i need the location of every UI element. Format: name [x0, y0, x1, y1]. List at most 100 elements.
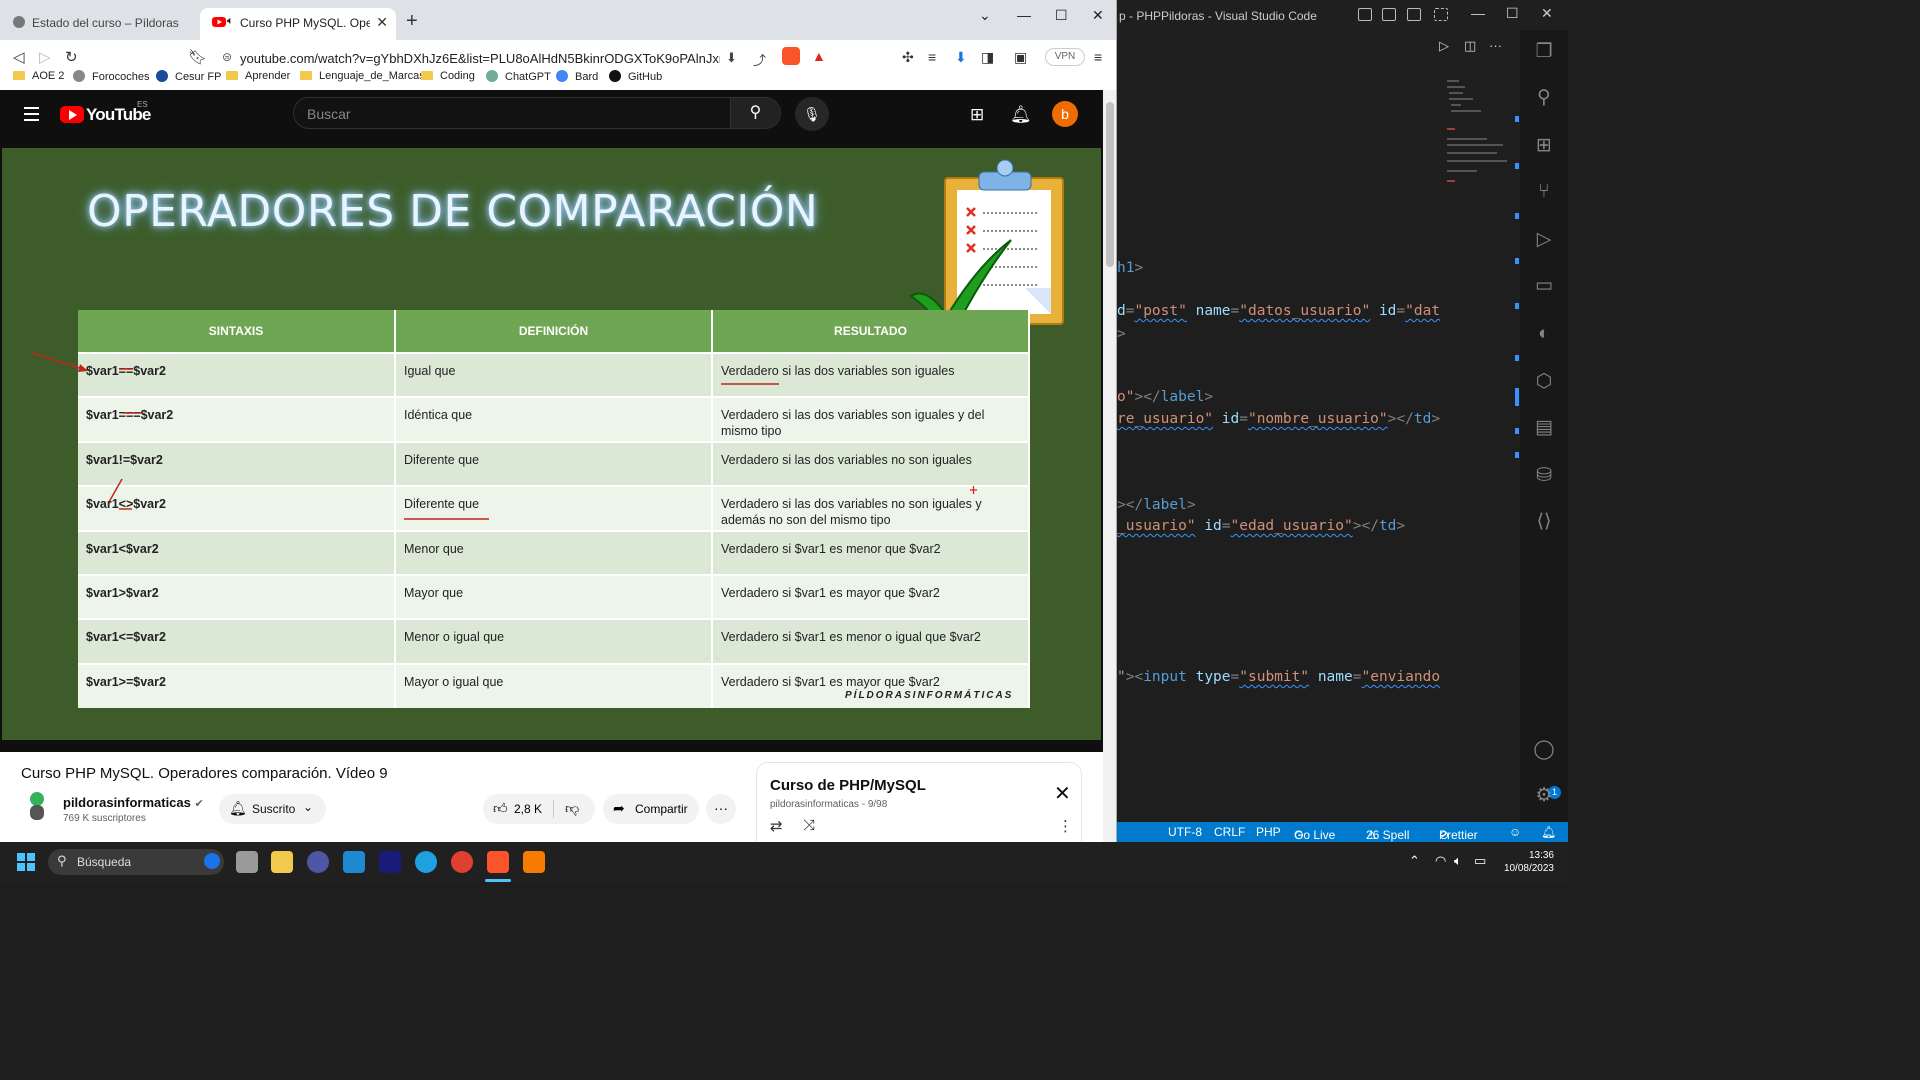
- customize-layout-icon[interactable]: [1434, 8, 1448, 21]
- back-icon[interactable]: ◁: [13, 48, 25, 66]
- audio-playing-icon[interactable]: 🔈︎: [227, 15, 234, 28]
- vscode-maximize-icon[interactable]: ☐: [1506, 5, 1519, 22]
- subscribed-button[interactable]: 🔔︎ Suscrito ⌄: [219, 794, 326, 824]
- vscode-close-icon[interactable]: ✕: [1541, 5, 1553, 22]
- eclipse-icon[interactable]: [307, 851, 329, 873]
- channel-avatar[interactable]: [28, 790, 46, 822]
- like-icon[interactable]: 👍︎: [493, 800, 508, 817]
- status-encoding[interactable]: UTF-8: [1168, 825, 1202, 839]
- guide-menu-icon[interactable]: [24, 107, 39, 125]
- page-scrollbar[interactable]: [1103, 90, 1116, 842]
- install-app-icon[interactable]: ⬇: [726, 50, 737, 66]
- voice-search-button[interactable]: 🎙︎: [795, 97, 829, 131]
- vpn-button[interactable]: VPN: [1045, 48, 1085, 66]
- jetbrains-icon[interactable]: [379, 851, 401, 873]
- status-language[interactable]: PHP: [1256, 825, 1281, 839]
- loop-icon[interactable]: ⇄: [770, 817, 783, 835]
- reload-icon[interactable]: ↻: [65, 48, 78, 66]
- tab-search-chevron-icon[interactable]: ⌄: [979, 7, 991, 24]
- downloads-icon[interactable]: ⬇: [955, 49, 967, 66]
- bookmark-chatgpt[interactable]: ChatGPT: [486, 70, 551, 90]
- toggle-secondary-sidebar-icon[interactable]: [1407, 8, 1421, 21]
- wallet-icon[interactable]: ▣: [1014, 49, 1027, 66]
- close-window-icon[interactable]: ✕: [1092, 7, 1104, 24]
- share-button[interactable]: ➦ Compartir: [603, 794, 699, 824]
- extensions-puzzle-icon[interactable]: ✣: [902, 49, 914, 66]
- vscode-minimize-icon[interactable]: —: [1471, 5, 1485, 21]
- share-icon[interactable]: ⤴: [753, 50, 766, 69]
- split-editor-icon[interactable]: ◫: [1464, 38, 1476, 54]
- search-input[interactable]: Buscar: [307, 106, 351, 122]
- dislike-icon[interactable]: 👎︎: [565, 800, 579, 817]
- forward-icon[interactable]: ▷: [39, 48, 51, 66]
- like-count[interactable]: 2,8 K: [514, 802, 542, 816]
- run-icon[interactable]: ▷: [1439, 38, 1449, 54]
- brave-shields-icon[interactable]: [782, 47, 800, 65]
- bookmark-aprender[interactable]: Aprender: [226, 70, 290, 90]
- wifi-icon[interactable]: ◠: [1435, 853, 1446, 869]
- run-debug-icon[interactable]: ▷: [1532, 228, 1556, 252]
- task-view-icon[interactable]: [236, 851, 258, 873]
- minimize-icon[interactable]: —: [1017, 7, 1031, 23]
- bookmark-cesur-fp[interactable]: Cesur FP: [156, 70, 221, 90]
- accounts-icon[interactable]: ◯: [1532, 738, 1556, 762]
- bookmark-coding[interactable]: Coding: [421, 70, 475, 90]
- close-playlist-icon[interactable]: ✕: [1054, 781, 1071, 806]
- menu-icon[interactable]: ≡: [1094, 49, 1102, 65]
- clock[interactable]: 13:36 10/08/2023: [1500, 849, 1554, 875]
- maximize-icon[interactable]: ☐: [1055, 7, 1068, 24]
- remote-explorer-icon[interactable]: ▭: [1532, 274, 1556, 298]
- tab-estado-curso[interactable]: Estado del curso – Píldoras Informátic: [0, 8, 200, 40]
- new-tab-icon[interactable]: +: [406, 10, 418, 33]
- xampp-icon[interactable]: [523, 851, 545, 873]
- scrollbar-thumb[interactable]: [1106, 102, 1114, 267]
- playlist-title[interactable]: Curso de PHP/MySQL: [770, 777, 926, 794]
- notifications-icon[interactable]: 🔔︎: [1010, 105, 1032, 125]
- more-actions-icon[interactable]: ···: [706, 794, 736, 824]
- windows-start-icon[interactable]: [17, 853, 35, 871]
- volume-icon[interactable]: 🔈︎: [1454, 853, 1462, 869]
- minimap[interactable]: [1439, 80, 1509, 190]
- sidebar-icon[interactable]: ◨: [981, 49, 994, 66]
- video-player[interactable]: OPERADORES DE COMPARACIÓN SINTAXIS DEFIN…: [0, 148, 1103, 752]
- vscode-app-icon[interactable]: [343, 851, 365, 873]
- toggle-sidebar-icon[interactable]: [1358, 8, 1372, 21]
- explorer-icon[interactable]: ❐: [1532, 40, 1556, 64]
- more-actions-icon[interactable]: ···: [1489, 38, 1502, 53]
- search-box[interactable]: Buscar ⚲: [293, 97, 781, 129]
- show-hidden-icons[interactable]: ⌃: [1409, 853, 1420, 869]
- file-explorer-icon[interactable]: [271, 851, 293, 873]
- address-bar[interactable]: ⊜ youtube.com/watch?v=gYbhDXhJz6E&list=P…: [210, 44, 832, 72]
- chrome-icon[interactable]: [451, 851, 473, 873]
- code-editor[interactable]: h1> d="post" name="datos_usuario" id="dat…: [1117, 62, 1440, 822]
- live-share-icon[interactable]: ⟨⟩: [1532, 510, 1556, 534]
- brave-rewards-icon[interactable]: ▲: [812, 48, 826, 64]
- close-tab-icon[interactable]: ✕: [376, 14, 388, 31]
- github-icon[interactable]: ◐: [1532, 322, 1556, 346]
- notifications-bell-icon[interactable]: 🔔︎: [1541, 825, 1556, 839]
- feedback-icon[interactable]: ☺: [1509, 825, 1521, 839]
- edge-icon[interactable]: [415, 851, 437, 873]
- avatar[interactable]: b: [1052, 101, 1078, 127]
- docker-icon[interactable]: ▤: [1532, 416, 1556, 440]
- bookmark-lenguaje-de-marcas[interactable]: Lenguaje_de_Marcas: [300, 70, 425, 90]
- bookmark-github[interactable]: GitHub: [609, 70, 662, 90]
- source-control-icon[interactable]: ⑂: [1532, 180, 1556, 204]
- channel-name[interactable]: pildorasinformaticas ✔: [63, 795, 204, 810]
- battery-icon[interactable]: ▭: [1474, 853, 1486, 869]
- media-controls-icon[interactable]: ≡: [928, 49, 936, 65]
- settings-gear-icon[interactable]: ⚙: [1532, 784, 1556, 808]
- shuffle-icon[interactable]: ⤨: [803, 817, 815, 834]
- site-info-icon[interactable]: ⊜: [222, 50, 232, 64]
- testing-icon[interactable]: ⬡: [1532, 370, 1556, 394]
- bookmark-bard[interactable]: Bard: [556, 70, 598, 90]
- taskbar-search[interactable]: ⚲ Búsqueda: [48, 849, 224, 875]
- extensions-icon[interactable]: ⊞: [1532, 134, 1556, 158]
- toggle-panel-icon[interactable]: [1382, 8, 1396, 21]
- brave-app-icon[interactable]: [487, 851, 509, 873]
- playlist-more-icon[interactable]: ⋮: [1058, 817, 1073, 835]
- database-icon[interactable]: ⛁: [1532, 464, 1556, 488]
- search-icon[interactable]: ⚲: [1532, 86, 1556, 110]
- bookmark-forocoches[interactable]: Forocoches: [73, 70, 149, 90]
- bookmark-icon[interactable]: 🔖︎: [188, 48, 207, 66]
